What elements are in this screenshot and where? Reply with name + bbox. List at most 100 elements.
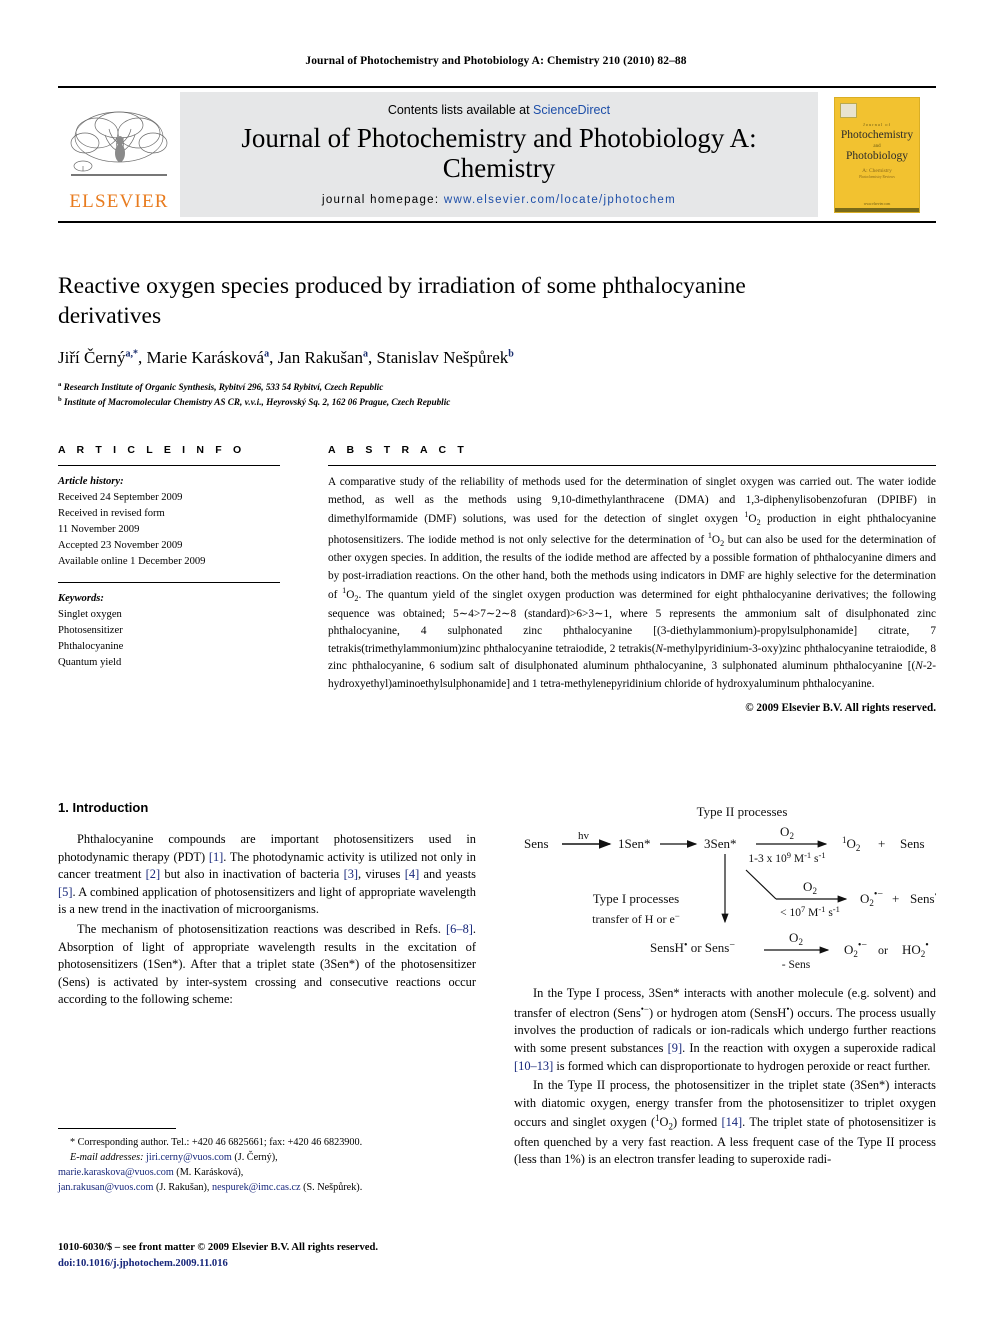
cover-and: and bbox=[873, 143, 881, 149]
email-line-3: jan.rakusan@vuos.com (J. Rakušan), nespu… bbox=[58, 1181, 476, 1196]
email-link[interactable]: jiri.cerny@vuos.com bbox=[146, 1152, 232, 1163]
scheme-sens-radical: Sens•+ bbox=[910, 890, 936, 906]
cover-subtitle: A: Chemistry bbox=[862, 167, 892, 174]
elsevier-logo: ELSEVIER bbox=[58, 88, 180, 221]
footer-block: 1010-6030/$ – see front matter © 2009 El… bbox=[58, 1240, 488, 1272]
scheme-o2-bottom: O2 bbox=[789, 930, 803, 947]
journal-cover-thumbnail: Journal of Photochemistry and Photobiolo… bbox=[834, 96, 920, 213]
history-item: 11 November 2009 bbox=[58, 524, 140, 536]
article-info-panel: A R T I C L E I N F O Article history: R… bbox=[58, 444, 280, 671]
cover-line-1: Photochemistry bbox=[840, 128, 914, 141]
email-link[interactable]: marie.karaskova@vuos.com bbox=[58, 1167, 174, 1178]
article-history: Article history: Received 24 September 2… bbox=[58, 474, 280, 571]
scheme-superoxide-1: O2•− bbox=[860, 889, 883, 908]
contents-line: Contents lists available at ScienceDirec… bbox=[388, 103, 610, 117]
abstract-copyright: © 2009 Elsevier B.V. All rights reserved… bbox=[745, 702, 936, 715]
scheme-ho2: HO2• bbox=[902, 940, 929, 959]
cover-bottom-band bbox=[835, 207, 919, 212]
history-item: Accepted 23 November 2009 bbox=[58, 540, 183, 552]
affiliation-b: b Institute of Macromolecular Chemistry … bbox=[58, 395, 451, 407]
scheme-3sen: 3Sen* bbox=[704, 836, 737, 851]
photosensitization-scheme: Type II processes Sens hv 1Sen* 3Sen* O2… bbox=[514, 800, 936, 985]
journal-homepage-line: journal homepage: www.elsevier.com/locat… bbox=[322, 194, 676, 206]
email-link[interactable]: nespurek@imc.cas.cz bbox=[212, 1182, 301, 1193]
scheme-o2-mid: O2 bbox=[803, 879, 817, 896]
affiliation-a: a Research Institute of Organic Synthesi… bbox=[58, 381, 384, 393]
introduction-heading: 1. Introduction bbox=[58, 800, 149, 815]
article-info-rule bbox=[58, 465, 280, 466]
email-person: (M. Karásková), bbox=[176, 1166, 244, 1178]
journal-cover-container: Journal of Photochemistry and Photobiolo… bbox=[818, 88, 936, 221]
scheme-plus-2: + bbox=[892, 891, 899, 906]
email-addresses-label: E-mail addresses: bbox=[70, 1151, 144, 1163]
contents-prefix: Contents lists available at bbox=[387, 103, 534, 118]
scheme-or-label: or bbox=[878, 943, 888, 957]
abstract-rule bbox=[328, 465, 936, 466]
running-head: Journal of Photochemistry and Photobiolo… bbox=[305, 55, 687, 67]
intro-paragraph-2: The mechanism of photosensitization reac… bbox=[58, 922, 476, 1007]
affiliation-a-text: Research Institute of Organic Synthesis,… bbox=[63, 382, 384, 393]
email-line-2: marie.karaskova@vuos.com (M. Karásková), bbox=[58, 1166, 476, 1181]
author-list: Jiří Černýa,*, Marie Karáskováa, Jan Rak… bbox=[58, 348, 514, 368]
keyword-item: Quantum yield bbox=[58, 656, 122, 668]
abstract-heading: A B S T R A C T bbox=[328, 444, 468, 456]
scheme-rate-type-i: < 107 M-1 s-1 bbox=[780, 904, 840, 919]
abstract-panel: A B S T R A C T A comparative study of t… bbox=[328, 444, 936, 714]
scheme-hv: hv bbox=[578, 830, 590, 842]
cover-footer-url: www.elsevier.com bbox=[863, 201, 891, 206]
scheme-type-i-sub: transfer of H or e− bbox=[592, 911, 680, 926]
email-person: (J. Černý), bbox=[234, 1151, 278, 1163]
scheme-superoxide-2: O2•− bbox=[844, 940, 867, 959]
reaction-scheme-diagram: Type II processes Sens hv 1Sen* 3Sen* O2… bbox=[524, 804, 936, 971]
affiliations: a Research Institute of Organic Synthesi… bbox=[58, 380, 758, 409]
paper-page: Journal of Photochemistry and Photobiolo… bbox=[0, 0, 992, 1323]
email-line-1: E-mail addresses: jiri.cerny@vuos.com (J… bbox=[58, 1151, 476, 1166]
email-person: (S. Nešpůrek). bbox=[303, 1181, 363, 1193]
history-item: Received in revised form bbox=[58, 508, 165, 520]
homepage-label: journal homepage: bbox=[322, 193, 444, 206]
type-i-paragraph: In the Type I process, 3Sen* interacts w… bbox=[514, 986, 936, 1073]
doi-link[interactable]: doi:10.1016/j.jphotochem.2009.11.016 bbox=[58, 1256, 488, 1272]
journal-masthead: ELSEVIER Contents lists available at Sci… bbox=[58, 86, 936, 223]
sciencedirect-link[interactable]: ScienceDirect bbox=[533, 103, 610, 117]
footnote-block: * Corresponding author. Tel.: +420 46 68… bbox=[58, 1128, 476, 1196]
scheme-minus-sens: - Sens bbox=[782, 959, 811, 971]
scheme-type-ii-label: Type II processes bbox=[697, 804, 788, 819]
article-title: Reactive oxygen species produced by irra… bbox=[58, 273, 746, 329]
cover-subtitle-2: Photochemistry Reviews bbox=[859, 174, 895, 179]
email-person: (J. Rakušan), bbox=[155, 1181, 210, 1193]
body-column-left: 1. Introduction Phthalocyanine compounds… bbox=[58, 800, 476, 1011]
intro-paragraph-1: Phthalocyanine compounds are important p… bbox=[58, 832, 476, 917]
abstract-text: A comparative study of the reliability o… bbox=[328, 476, 936, 690]
scheme-sens: Sens bbox=[524, 836, 549, 851]
history-item: Received 24 September 2009 bbox=[58, 492, 183, 504]
keyword-item: Singlet oxygen bbox=[58, 608, 122, 620]
scheme-sensh: SensH• or Sens− bbox=[650, 940, 735, 955]
scheme-type-i-label: Type I processes bbox=[593, 891, 679, 906]
email-link[interactable]: jan.rakusan@vuos.com bbox=[58, 1182, 153, 1193]
scheme-plus-1: + bbox=[878, 836, 885, 851]
cover-publisher-badge-icon bbox=[840, 102, 857, 118]
affiliation-b-text: Institute of Macromolecular Chemistry AS… bbox=[63, 396, 451, 407]
scheme-rate-type-ii: 1-3 x 109 M-1 s-1 bbox=[748, 850, 825, 865]
type-ii-paragraph: In the Type II process, the photosensiti… bbox=[514, 1078, 937, 1167]
article-info-heading: A R T I C L E I N F O bbox=[58, 444, 246, 456]
elsevier-tree-icon bbox=[70, 111, 168, 176]
homepage-url-link[interactable]: www.elsevier.com/locate/jphotochem bbox=[444, 194, 676, 206]
history-item: Available online 1 December 2009 bbox=[58, 556, 206, 568]
keyword-item: Photosensitizer bbox=[58, 624, 123, 636]
scheme-1sen: 1Sen* bbox=[618, 836, 651, 851]
cover-journal-word: Journal of bbox=[862, 121, 892, 127]
keywords-rule bbox=[58, 581, 280, 583]
corresponding-author-note: * Corresponding author. Tel.: +420 46 68… bbox=[70, 1137, 363, 1148]
scheme-o2-top: O2 bbox=[780, 824, 794, 841]
footnote-rule bbox=[58, 1128, 176, 1129]
body-column-right: Type II processes Sens hv 1Sen* 3Sen* O2… bbox=[514, 800, 936, 1171]
masthead-center: Contents lists available at ScienceDirec… bbox=[180, 92, 818, 217]
cover-line-2: Photobiology bbox=[846, 149, 908, 162]
article-history-label: Article history: bbox=[58, 476, 124, 487]
title-block: Reactive oxygen species produced by irra… bbox=[58, 272, 758, 409]
issn-line: 1010-6030/$ – see front matter © 2009 El… bbox=[58, 1242, 378, 1253]
journal-title: Journal of Photochemistry and Photobiolo… bbox=[241, 123, 757, 183]
scheme-singlet-oxygen: 1O2 bbox=[842, 835, 860, 853]
